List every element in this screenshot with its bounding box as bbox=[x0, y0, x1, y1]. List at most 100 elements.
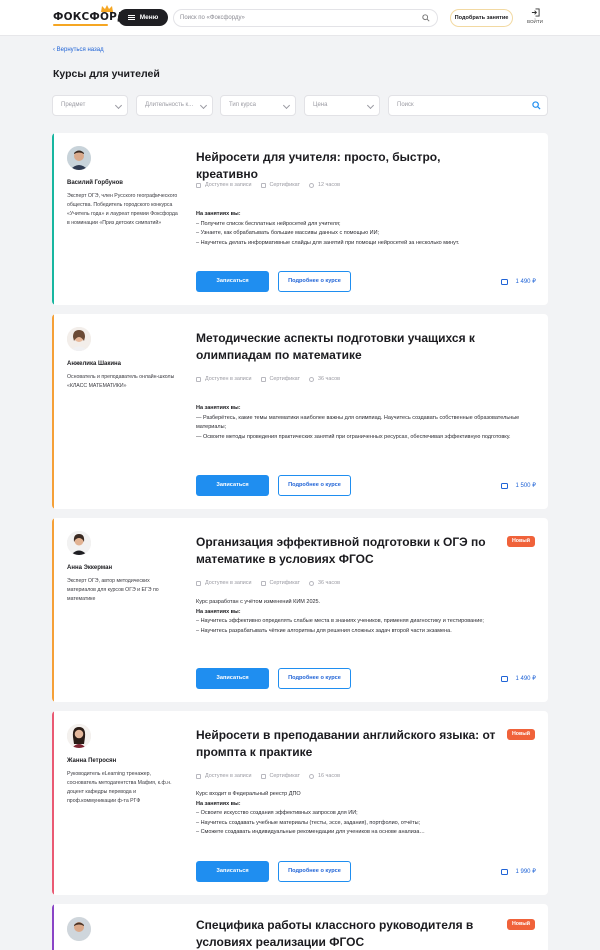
wallet-icon bbox=[500, 278, 508, 285]
course-card: Анжелика Шакина Основатель и преподавате… bbox=[52, 314, 548, 509]
access-label: Доступен в записи bbox=[205, 376, 252, 382]
card-accent-bar bbox=[52, 133, 54, 305]
author-name: Анна Эккерман bbox=[67, 565, 113, 571]
wallet-icon bbox=[500, 482, 508, 489]
author-bio: Эксперт ОГЭ, член Русского географическо… bbox=[67, 193, 178, 226]
course-title[interactable]: Методические аспекты подготовки учащихся… bbox=[196, 330, 496, 364]
hours-label: 36 часов bbox=[318, 580, 340, 586]
logo-text: ФОКСФОРД bbox=[53, 11, 127, 23]
author-bio: Основатель и преподаватель онлайн-школы … bbox=[67, 374, 175, 389]
filter-duration[interactable]: Длительность к... bbox=[136, 95, 213, 116]
certificate-label: Сертификат bbox=[269, 580, 301, 586]
hours-label: 36 часов bbox=[318, 376, 340, 382]
course-description: Курс входит в Федеральный реестр ДПО На … bbox=[196, 790, 541, 838]
details-button[interactable]: Подробнее о курсе bbox=[278, 475, 351, 496]
login-button[interactable]: ВОЙТИ bbox=[526, 8, 544, 24]
filter-price[interactable]: Цена bbox=[304, 95, 380, 116]
avatar bbox=[67, 531, 91, 555]
bullet: – Узнаете, как обрабатывать большие масс… bbox=[196, 230, 380, 236]
back-link[interactable]: ‹ Вернуться назад bbox=[53, 47, 104, 53]
chevron-down-icon bbox=[282, 101, 291, 110]
enroll-button[interactable]: Записаться bbox=[196, 861, 269, 882]
bullet: – Научитесь создавать учебные материалы … bbox=[196, 819, 421, 826]
calendar-icon bbox=[196, 580, 201, 586]
details-button[interactable]: Подробнее о курсе bbox=[278, 861, 351, 882]
card-accent-bar bbox=[52, 904, 54, 950]
logo-underline bbox=[53, 24, 108, 26]
certificate-icon bbox=[260, 182, 266, 188]
author-bio: Эксперт ОГЭ, автор методических материал… bbox=[67, 578, 159, 602]
menu-label: Меню bbox=[139, 14, 159, 21]
enroll-button[interactable]: Записаться bbox=[196, 271, 269, 292]
author-name: Жанна Петросян bbox=[67, 758, 117, 764]
pick-lesson-label: Подобрать занятие bbox=[454, 15, 509, 21]
course-meta: Доступен в записи Сертификат 12 часов bbox=[196, 182, 340, 188]
access-label: Доступен в записи bbox=[205, 773, 252, 779]
price: 1 490 ₽ bbox=[500, 675, 536, 682]
course-meta: Доступен в записи Сертификат 36 часов bbox=[196, 580, 340, 586]
bullet: — Освоите методы проведения практических… bbox=[196, 433, 511, 440]
course-description: На занятиях вы: – Получите список беспла… bbox=[196, 210, 541, 248]
chevron-down-icon bbox=[366, 101, 375, 110]
top-header: ФОКСФОРД Меню Поиск по «Фоксфорду» Подоб… bbox=[0, 0, 600, 36]
card-accent-bar bbox=[52, 518, 54, 702]
course-card: Специфика работы классного руководителя … bbox=[52, 904, 548, 950]
burger-icon bbox=[127, 15, 135, 20]
pick-lesson-button[interactable]: Подобрать занятие bbox=[450, 9, 513, 27]
search-icon[interactable] bbox=[422, 14, 430, 22]
course-title[interactable]: Специфика работы классного руководителя … bbox=[196, 917, 496, 950]
menu-button[interactable]: Меню bbox=[118, 9, 168, 26]
certificate-label: Сертификат bbox=[269, 773, 301, 779]
filter-search-placeholder: Поиск bbox=[397, 102, 414, 108]
certificate-label: Сертификат bbox=[269, 376, 301, 382]
course-title[interactable]: Нейросети для учителя: просто, быстро, к… bbox=[196, 149, 496, 183]
price-value: 1 500 ₽ bbox=[515, 483, 537, 489]
course-description: На занятиях вы: — Разберётесь, какие тем… bbox=[196, 404, 541, 442]
price-value: 1 990 ₽ bbox=[515, 869, 537, 875]
bullet: – Научитесь делать информативные слайды … bbox=[196, 239, 460, 246]
certificate-icon bbox=[260, 376, 266, 382]
course-intro: Курс входит в Федеральный реестр ДПО bbox=[196, 791, 301, 797]
new-badge: Новый bbox=[507, 729, 535, 740]
clock-icon bbox=[309, 376, 315, 382]
clock-icon bbox=[309, 773, 315, 779]
filter-search-input[interactable]: Поиск bbox=[388, 95, 548, 116]
wallet-icon bbox=[500, 868, 508, 875]
login-label: ВОЙТИ bbox=[527, 19, 543, 24]
search-icon[interactable] bbox=[532, 101, 541, 110]
bullet: – Получите список бесплатных нейросетей … bbox=[196, 220, 341, 227]
course-title[interactable]: Нейросети в преподавании английского язы… bbox=[196, 727, 496, 761]
bullet: – Научитесь разрабатывать чёткие алгорит… bbox=[196, 627, 452, 634]
results-heading: На занятиях вы: bbox=[196, 405, 241, 411]
card-accent-bar bbox=[52, 314, 54, 509]
price: 1 490 ₽ bbox=[500, 278, 536, 285]
course-meta: Доступен в записи Сертификат 16 часов bbox=[196, 773, 340, 779]
calendar-icon bbox=[196, 182, 201, 188]
avatar bbox=[67, 724, 91, 748]
chevron-down-icon bbox=[114, 101, 123, 110]
filter-subject-label: Предмет bbox=[61, 102, 86, 108]
enroll-button[interactable]: Записаться bbox=[196, 475, 269, 496]
details-button[interactable]: Подробнее о курсе bbox=[278, 668, 351, 689]
clock-icon bbox=[309, 182, 315, 188]
results-heading: На занятиях вы: bbox=[196, 211, 241, 217]
details-button[interactable]: Подробнее о курсе bbox=[278, 271, 351, 292]
results-heading: На занятиях вы: bbox=[196, 608, 241, 615]
logo[interactable]: ФОКСФОРД bbox=[53, 5, 127, 23]
certificate-icon bbox=[260, 773, 266, 779]
course-description: Курс разработан с учётом изменений КИМ 2… bbox=[196, 598, 541, 636]
filter-subject[interactable]: Предмет bbox=[52, 95, 128, 116]
price: 1 990 ₽ bbox=[500, 868, 537, 875]
course-title[interactable]: Организация эффективной подготовки к ОГЭ… bbox=[196, 534, 496, 568]
chevron-down-icon bbox=[199, 101, 208, 110]
price: 1 500 ₽ bbox=[500, 482, 537, 489]
bullet: – Сможете создавать индивидуальные реком… bbox=[196, 829, 425, 835]
search-input[interactable]: Поиск по «Фоксфорду» bbox=[173, 9, 438, 27]
author-name: Анжелика Шакина bbox=[67, 361, 121, 367]
avatar bbox=[67, 917, 91, 941]
filter-type[interactable]: Тип курса bbox=[220, 95, 296, 116]
bullet: – Освоите искусство создания эффективных… bbox=[196, 810, 358, 816]
enroll-button[interactable]: Записаться bbox=[196, 668, 269, 689]
certificate-icon bbox=[260, 580, 266, 586]
bullet: — Разберётесь, какие темы математики наи… bbox=[196, 414, 520, 431]
